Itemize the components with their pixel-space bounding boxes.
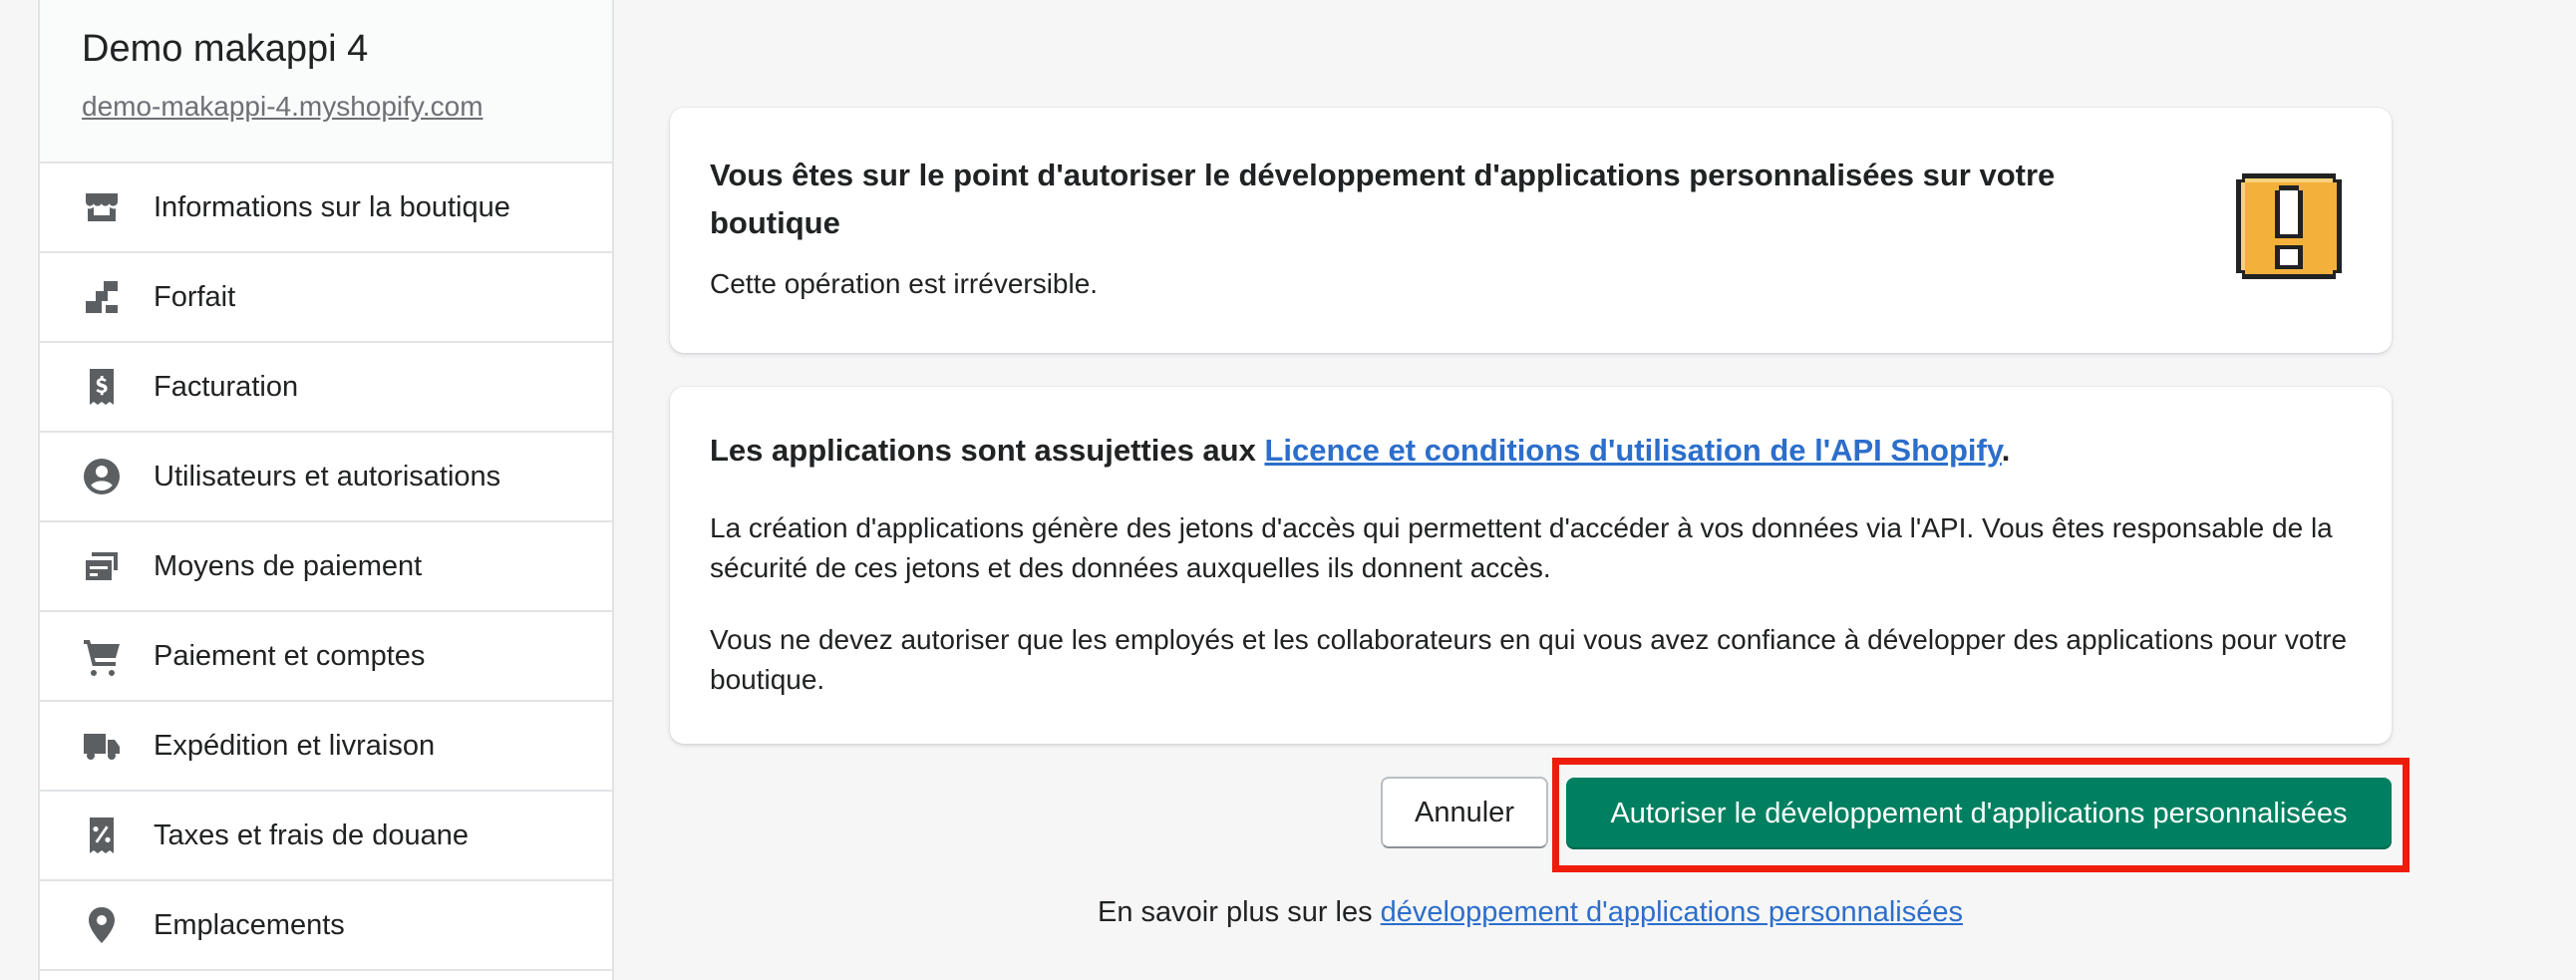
warning-subtitle: Cette opération est irréversible. xyxy=(710,268,1099,299)
cancel-button[interactable]: Annuler xyxy=(1381,777,1548,848)
sidebar-item-taxes[interactable]: Taxes et frais de douane xyxy=(40,792,612,881)
sidebar-item-label: Paiement et comptes xyxy=(154,640,426,672)
sidebar-item-plan[interactable]: Forfait xyxy=(40,253,612,343)
sidebar-item-label: Emplacements xyxy=(154,909,345,941)
sidebar-item-billing[interactable]: Facturation xyxy=(40,343,612,433)
learn-more-prefix: En savoir plus sur les xyxy=(1098,896,1381,928)
truck-icon xyxy=(80,724,124,768)
sidebar-item-locations[interactable]: Emplacements xyxy=(40,881,612,971)
settings-nav: Informations sur la boutique Forfait Fac… xyxy=(40,163,612,971)
exclamation-icon xyxy=(2236,173,2342,279)
terms-title-suffix: . xyxy=(2001,433,2011,468)
sidebar-item-label: Taxes et frais de douane xyxy=(154,819,469,851)
api-terms-link[interactable]: Licence et conditions d'utilisation de l… xyxy=(1264,433,2001,468)
sidebar-item-label: Moyens de paiement xyxy=(154,550,423,582)
location-icon xyxy=(80,903,124,947)
sidebar-item-users[interactable]: Utilisateurs et autorisations xyxy=(40,433,612,522)
sidebar-item-label: Informations sur la boutique xyxy=(154,191,510,223)
sidebar-item-payment-methods[interactable]: Moyens de paiement xyxy=(40,522,612,612)
learn-more-link[interactable]: développement d'applications personnalis… xyxy=(1381,896,1963,928)
terms-title-prefix: Les applications sont assujetties aux xyxy=(710,433,1265,468)
sidebar-item-label: Expédition et livraison xyxy=(154,730,436,762)
store-header: Demo makappi 4 demo-makappi-4.myshopify.… xyxy=(40,0,612,163)
warning-card: Vous êtes sur le point d'autoriser le dé… xyxy=(670,108,2392,353)
sidebar-item-label: Utilisateurs et autorisations xyxy=(154,461,501,492)
allow-custom-app-development-button[interactable]: Autoriser le développement d'application… xyxy=(1566,778,2392,849)
sidebar-item-checkout[interactable]: Paiement et comptes xyxy=(40,612,612,702)
user-icon xyxy=(80,455,124,498)
billing-icon xyxy=(80,365,124,409)
settings-sidebar: Demo makappi 4 demo-makappi-4.myshopify.… xyxy=(38,0,614,980)
learn-more-text: En savoir plus sur les développement d'a… xyxy=(947,894,2113,930)
terms-paragraph-trusted-staff: Vous ne devez autoriser que les employés… xyxy=(710,624,2348,695)
store-domain-link[interactable]: demo-makappi-4.myshopify.com xyxy=(82,90,483,124)
sidebar-item-shipping[interactable]: Expédition et livraison xyxy=(40,702,612,792)
warning-title: Vous êtes sur le point d'autoriser le dé… xyxy=(710,158,2056,240)
plan-icon xyxy=(80,275,124,319)
sidebar-item-label: Facturation xyxy=(154,371,299,403)
store-name: Demo makappi 4 xyxy=(82,28,369,70)
store-icon xyxy=(80,185,124,229)
terms-card: Les applications sont assujetties aux Li… xyxy=(670,387,2392,744)
cart-icon xyxy=(80,634,124,678)
terms-paragraph-access-tokens: La création d'applications génère des je… xyxy=(710,512,2333,583)
sidebar-item-store-details[interactable]: Informations sur la boutique xyxy=(40,163,612,253)
tax-icon xyxy=(80,814,124,857)
sidebar-item-label: Forfait xyxy=(154,281,236,313)
payments-icon xyxy=(80,544,124,588)
terms-title: Les applications sont assujetties aux Li… xyxy=(710,431,2352,471)
